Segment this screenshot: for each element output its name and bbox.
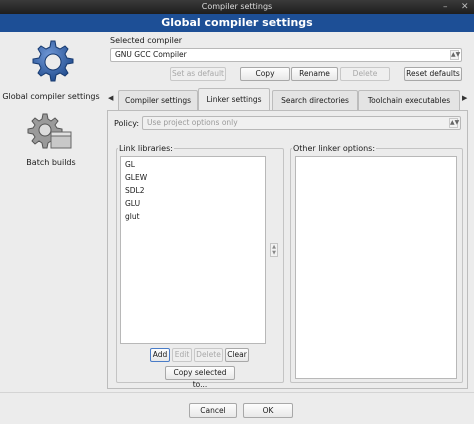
delete-compiler-button[interactable]: Delete [340,67,390,81]
window-title: Compiler settings [201,2,273,11]
chevron-down-icon: ▲▼ [450,50,461,60]
other-linker-options-label: Other linker options: [292,144,377,153]
reset-defaults-button[interactable]: Reset defaults [404,67,462,81]
tab-linker-settings[interactable]: Linker settings [198,88,270,110]
list-item[interactable]: GLU [125,199,140,208]
list-item[interactable]: GLEW [125,173,147,182]
set-as-default-button[interactable]: Set as default [170,67,226,81]
tab-compiler-settings[interactable]: Compiler settings [118,90,198,110]
category-global-compiler-settings[interactable]: Global compiler settings [0,36,102,106]
category-list: Global compiler settings Batch builds [0,32,102,392]
edit-library-button[interactable]: Edit [172,348,192,362]
link-libraries-label: Link libraries: [118,144,174,153]
copy-button[interactable]: Copy [240,67,290,81]
compiler-select[interactable]: GNU GCC Compiler ▲▼ [110,48,462,62]
policy-select[interactable]: Use project options only ▲▼ [142,116,461,130]
cancel-button[interactable]: Cancel [189,403,237,418]
clear-libraries-button[interactable]: Clear [225,348,249,362]
copy-selected-to-button[interactable]: Copy selected to... [165,366,235,389]
gear-box-icon [27,113,72,149]
gear-icon [32,40,74,82]
page-header: Global compiler settings [0,14,474,32]
tab-scroll-right-icon[interactable]: ▶ [462,94,467,102]
list-item[interactable]: GL [125,160,135,169]
category-label: Global compiler settings [2,92,100,101]
list-item[interactable]: glut [125,212,140,221]
divider [0,392,474,393]
add-library-button[interactable]: Add [150,348,170,362]
selected-compiler-label: Selected compiler [110,36,183,45]
category-label: Batch builds [26,158,76,167]
policy-label: Policy: [114,119,140,128]
window-titlebar: Compiler settings – ✕ [0,0,474,14]
close-icon[interactable]: ✕ [461,1,469,13]
minimize-button[interactable]: – [443,1,448,13]
rename-button[interactable]: Rename [291,67,338,81]
category-batch-builds[interactable]: Batch builds [0,110,102,170]
list-item[interactable]: SDL2 [125,186,145,195]
splitter-handle[interactable]: ▲ ▼ [270,243,278,257]
policy-select-value: Use project options only [147,118,238,127]
tab-scroll-left-icon[interactable]: ◀ [108,94,113,102]
tab-search-directories[interactable]: Search directories [272,90,358,110]
link-libraries-list[interactable]: GL GLEW SDL2 GLU glut [120,156,266,344]
other-linker-options-textarea[interactable] [295,156,457,379]
chevron-down-icon: ▲▼ [449,118,460,128]
tab-toolchain-executables[interactable]: Toolchain executables [358,90,460,110]
ok-button[interactable]: OK [243,403,293,418]
compiler-select-value: GNU GCC Compiler [115,50,187,59]
delete-library-button[interactable]: Delete [194,348,223,362]
